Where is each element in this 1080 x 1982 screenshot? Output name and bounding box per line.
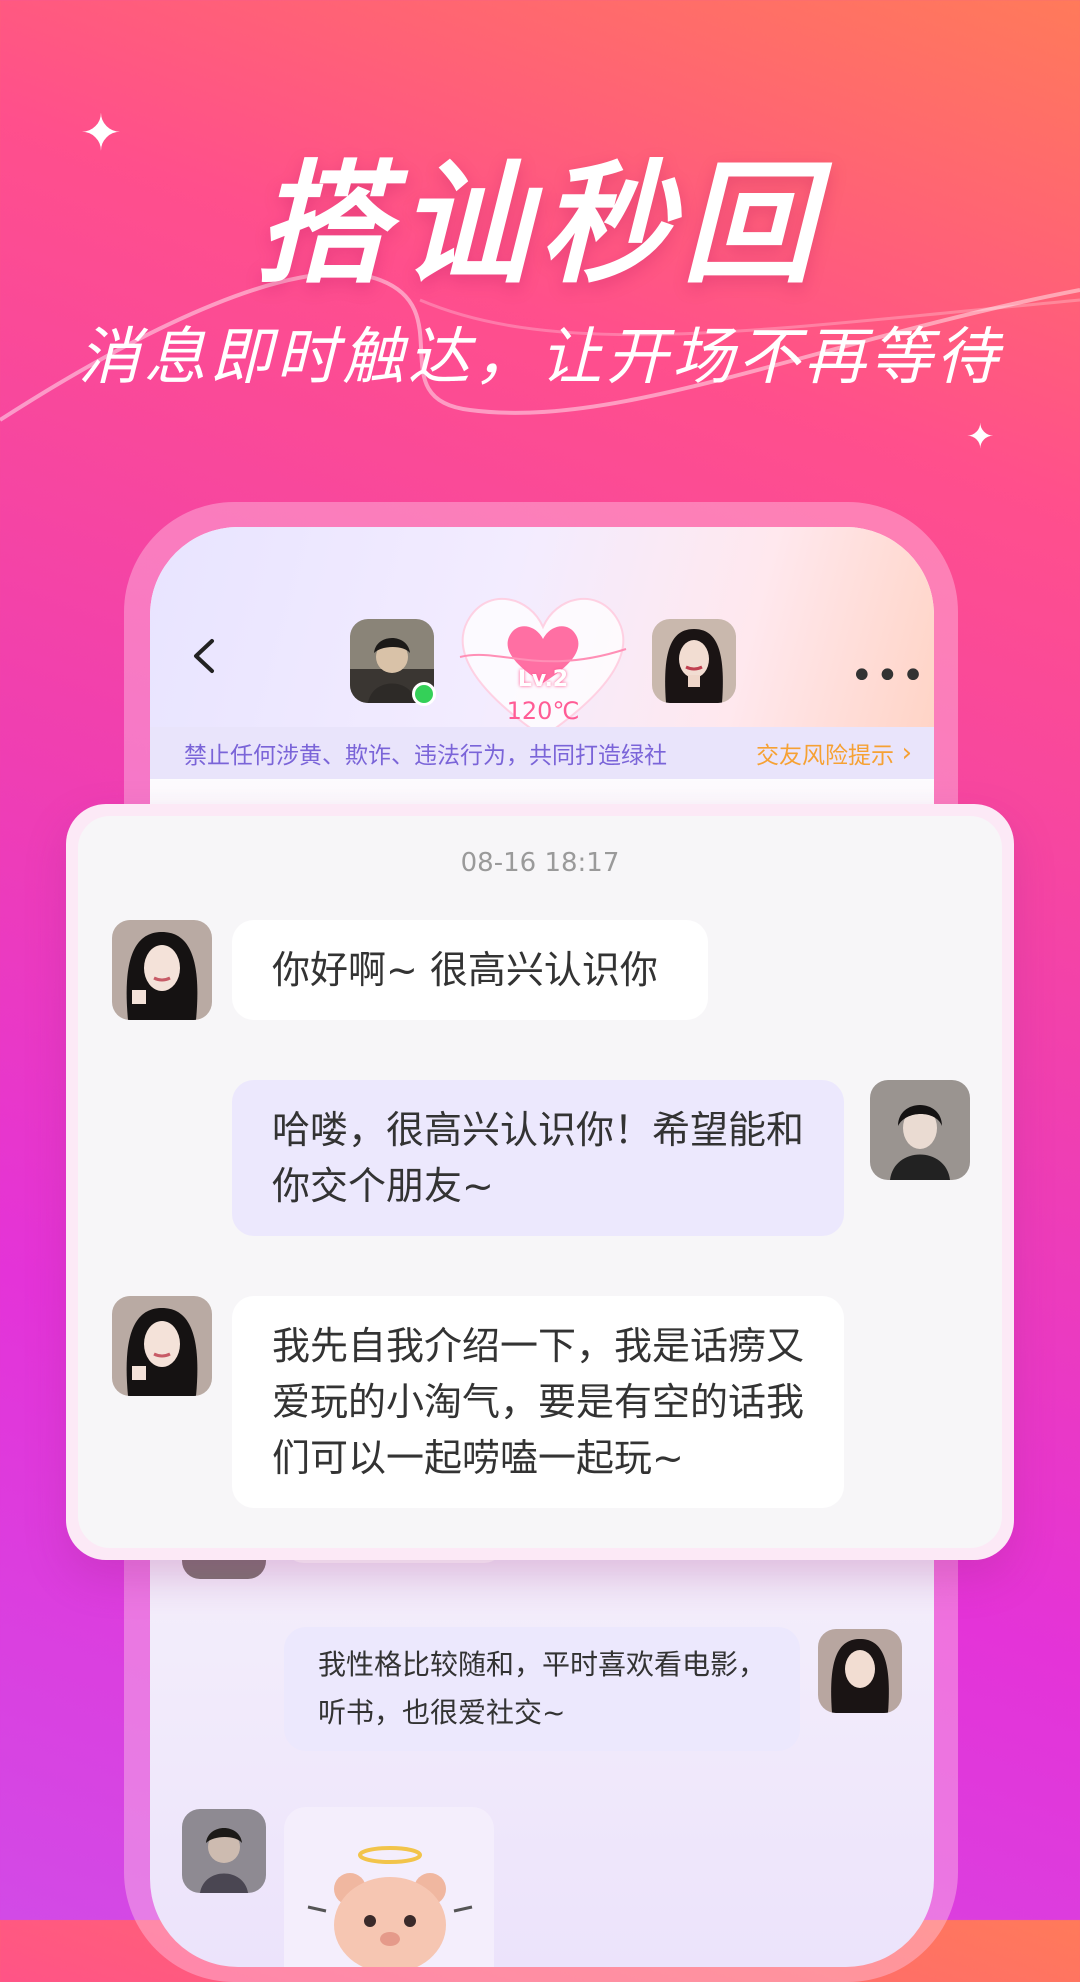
avatar-her-background: [818, 1629, 902, 1713]
message-bubble-background: 我性格比较随和，平时喜欢看电影，听书，也很爱社交~: [284, 1627, 800, 1751]
avatar-me[interactable]: [870, 1080, 970, 1180]
headline: 搭讪秒回: [256, 148, 824, 302]
chat-card-body: 08-16 18:17 你好啊~ 很高兴认识你 哈喽，很高兴认识你！希望能和你交…: [78, 816, 1002, 1548]
message-bubble-2: 哈喽，很高兴认识你！希望能和你交个朋友~: [232, 1080, 844, 1236]
sparkle-icon: ✦: [966, 417, 995, 457]
more-icon[interactable]: •••: [850, 653, 927, 699]
bear-sticker-icon: [307, 1846, 473, 1967]
chat-timestamp: 08-16 18:17: [460, 848, 620, 878]
chat-header: Lv.2 120℃ •••: [150, 527, 934, 739]
chat-highlight-card: 08-16 18:17 你好啊~ 很高兴认识你 哈喽，很高兴认识你！希望能和你交…: [66, 804, 1014, 1560]
subheadline: 消息即时触达，让开场不再等待: [77, 320, 1002, 393]
message-bubble-1: 你好啊~ 很高兴认识你: [232, 920, 708, 1020]
avatar-her[interactable]: [652, 619, 736, 703]
chevron-right-icon[interactable]: ›: [902, 738, 912, 768]
online-indicator: [412, 682, 436, 706]
avatar-her[interactable]: [112, 1296, 212, 1396]
back-arrow-icon[interactable]: [186, 631, 222, 681]
message-bubble-3: 我先自我介绍一下，我是话痨又爱玩的小淘气，要是有空的话我们可以一起唠嗑一起玩~: [232, 1296, 844, 1508]
level-label: Lv.2: [517, 667, 569, 692]
avatar-me-background: [182, 1809, 266, 1893]
notice-bar: 禁止任何涉黄、欺诈、违法行为，共同打造绿社 交友风险提示 ›: [150, 727, 934, 779]
avatar-her[interactable]: [112, 920, 212, 1020]
notice-text: 禁止任何涉黄、欺诈、违法行为，共同打造绿社: [184, 743, 667, 769]
risk-tips-link[interactable]: 交友风险提示: [756, 736, 894, 770]
temperature-label: 120℃: [506, 697, 580, 725]
